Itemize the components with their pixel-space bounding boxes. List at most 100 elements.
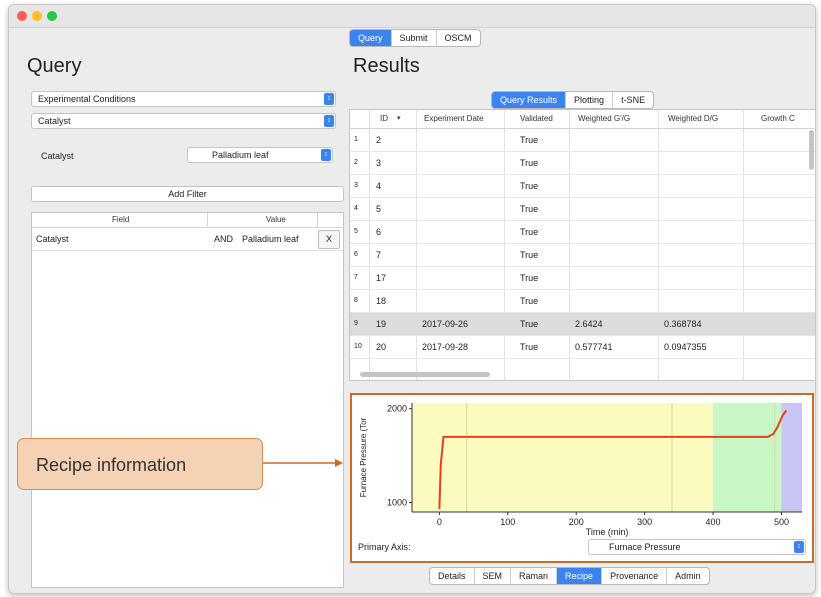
table-row[interactable]: 3 4 True — [350, 175, 815, 198]
updown-arrow-icon: ↕ — [321, 149, 331, 161]
cell-validated: True — [520, 204, 539, 214]
cell-id: 2 — [376, 135, 382, 145]
cell-id: 19 — [376, 319, 387, 329]
cell-date: 2017-09-28 — [422, 342, 469, 352]
column-header-weighted-g[interactable]: Weighted G'/G — [578, 110, 630, 128]
primary-axis-label: Primary Axis: — [358, 542, 411, 552]
cell-id: 3 — [376, 158, 382, 168]
table-row[interactable]: 7 17 True — [350, 267, 815, 290]
filter-row-value: Palladium leaf — [242, 234, 299, 244]
row-number: 6 — [354, 251, 358, 258]
table-row[interactable]: 6 7 True — [350, 244, 815, 267]
primary-axis-select[interactable]: Furnace Pressure ↕ — [588, 539, 806, 555]
tab-plotting[interactable]: Plotting — [566, 92, 614, 108]
vertical-scrollbar[interactable] — [809, 130, 814, 170]
cell-weighted-d: 0.368784 — [664, 319, 702, 329]
condition-type-value: Experimental Conditions — [38, 94, 136, 104]
cell-id: 5 — [376, 204, 382, 214]
x-axis-label: Time (min) — [586, 527, 629, 537]
cell-validated: True — [520, 342, 539, 352]
updown-arrow-icon: ↕ — [324, 93, 334, 105]
tab-recipe[interactable]: Recipe — [557, 568, 603, 584]
cell-weighted-g: 2.6424 — [575, 319, 603, 329]
tab-query[interactable]: Query — [350, 30, 392, 46]
column-header-value: Value — [266, 215, 286, 224]
stage-region — [412, 403, 714, 512]
tab-oscm[interactable]: OSCM — [437, 30, 480, 46]
filter-icon[interactable]: ▾ — [397, 110, 401, 128]
updown-arrow-icon: ↕ — [324, 115, 334, 127]
x-tick-label: 200 — [569, 517, 584, 527]
row-number: 2 — [354, 159, 358, 166]
results-title: Results — [353, 55, 420, 77]
results-tab-bar: Query Results Plotting t-SNE — [491, 91, 655, 109]
x-tick-label: 500 — [774, 517, 789, 527]
y-axis-label: Furnace Pressure (Tor — [359, 417, 368, 497]
column-header-field: Field — [112, 215, 130, 224]
filter-row[interactable]: Catalyst AND Palladium leaf X — [32, 228, 343, 251]
cell-validated: True — [520, 227, 539, 237]
tab-query-results[interactable]: Query Results — [492, 92, 567, 108]
cell-id: 18 — [376, 296, 387, 306]
x-tick-label: 300 — [637, 517, 652, 527]
filter-table: Field Value Catalyst AND Palladium leaf … — [31, 212, 344, 588]
tab-submit[interactable]: Submit — [392, 30, 437, 46]
add-filter-button[interactable]: Add Filter — [31, 186, 344, 202]
filter-field: Catalyst — [36, 234, 69, 244]
column-header-id[interactable]: ID — [380, 110, 388, 128]
column-header-validated[interactable]: Validated — [520, 110, 553, 128]
cell-id: 7 — [376, 250, 382, 260]
x-tick-label: 0 — [437, 517, 442, 527]
close-window-button[interactable] — [17, 11, 27, 21]
table-row[interactable]: 10 20 2017-09-28 True 0.577741 0.0947355 — [350, 336, 815, 359]
table-row[interactable]: 5 6 True — [350, 221, 815, 244]
cell-validated: True — [520, 181, 539, 191]
cell-validated: True — [520, 319, 539, 329]
cell-id: 17 — [376, 273, 387, 283]
bottom-tab-bar: Details SEM Raman Recipe Provenance Admi… — [429, 567, 710, 585]
table-row[interactable]: 4 5 True — [350, 198, 815, 221]
app-window: Query Submit OSCM Query Results Experime… — [8, 4, 816, 594]
horizontal-scrollbar[interactable] — [360, 372, 490, 377]
title-bar — [9, 5, 815, 28]
column-header-growth[interactable]: Growth C — [761, 110, 795, 128]
condition-type-select[interactable]: Experimental Conditions ↕ — [31, 91, 336, 107]
query-title: Query — [27, 55, 82, 77]
results-table-header: ID ▾ Experiment Date Validated Weighted … — [350, 110, 815, 129]
tab-details[interactable]: Details — [430, 568, 475, 584]
cell-validated: True — [520, 296, 539, 306]
remove-filter-button[interactable]: X — [318, 230, 340, 249]
parameter-value: Catalyst — [38, 116, 71, 126]
tab-raman[interactable]: Raman — [511, 568, 558, 584]
table-row[interactable]: 2 3 True — [350, 152, 815, 175]
row-number: 10 — [354, 343, 362, 350]
tab-tsne[interactable]: t-SNE — [613, 92, 653, 108]
pressure-chart: 0 100 200 300 400 500 1000 2000 Time (min) Furnac… — [359, 403, 802, 537]
callout-arrow — [263, 459, 343, 467]
row-number: 7 — [354, 274, 358, 281]
tab-admin[interactable]: Admin — [667, 568, 709, 584]
results-table: ID ▾ Experiment Date Validated Weighted … — [349, 109, 815, 381]
minimize-window-button[interactable] — [32, 11, 42, 21]
table-row[interactable]: 9 19 2017-09-26 True 2.6424 0.368784 — [350, 313, 815, 336]
parameter-select[interactable]: Catalyst ↕ — [31, 113, 336, 129]
cell-validated: True — [520, 273, 539, 283]
cell-validated: True — [520, 158, 539, 168]
table-row[interactable]: 8 18 True — [350, 290, 815, 313]
tab-sem[interactable]: SEM — [475, 568, 512, 584]
row-number: 4 — [354, 205, 358, 212]
column-header-weighted-d[interactable]: Weighted D/G — [668, 110, 718, 128]
recipe-info-callout: Recipe information — [17, 438, 263, 490]
y-tick-label: 2000 — [387, 404, 407, 414]
row-number: 1 — [354, 136, 358, 143]
filter-table-header: Field Value — [32, 213, 343, 228]
cell-date: 2017-09-26 — [422, 319, 469, 329]
cell-id: 6 — [376, 227, 382, 237]
filter-value-select[interactable]: Palladium leaf ↕ — [187, 147, 333, 163]
column-header-date[interactable]: Experiment Date — [424, 110, 484, 128]
table-row[interactable]: 1 2 True — [350, 129, 815, 152]
top-tab-bar: Query Submit OSCM — [349, 29, 481, 47]
cell-id: 4 — [376, 181, 382, 191]
tab-provenance[interactable]: Provenance — [602, 568, 668, 584]
zoom-window-button[interactable] — [47, 11, 57, 21]
